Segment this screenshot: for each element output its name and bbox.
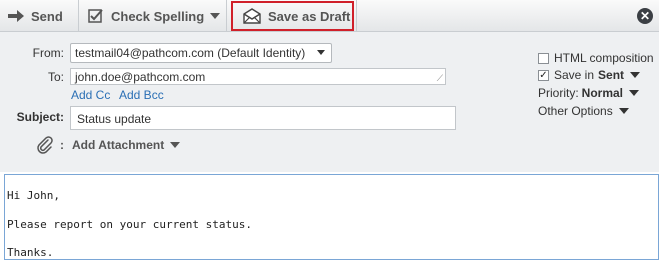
toolbar-divider	[226, 0, 227, 32]
subject-field[interactable]: Status update	[70, 106, 456, 130]
check-spelling-label: Check Spelling	[111, 8, 205, 24]
html-composition-option[interactable]: HTML composition	[538, 51, 654, 65]
subject-value: Status update	[77, 112, 152, 126]
from-select[interactable]: testmail04@pathcom.com (Default Identity…	[70, 43, 332, 63]
toolbar-divider	[356, 0, 357, 32]
send-label: Send	[31, 8, 63, 24]
add-cc-link[interactable]: Add Cc	[71, 88, 110, 102]
message-line: Please report on your current status.	[7, 218, 253, 231]
chevron-down-icon	[618, 108, 629, 114]
toolbar-divider	[78, 0, 79, 32]
add-attachment-button[interactable]: : Add Attachment	[36, 136, 181, 154]
to-value: john.doe@pathcom.com	[75, 70, 206, 84]
message-header: From: testmail04@pathcom.com (Default Id…	[0, 32, 659, 172]
chevron-down-icon	[170, 142, 181, 148]
spellcheck-icon	[88, 9, 103, 23]
other-options-label: Other Options	[538, 104, 613, 118]
to-label: To:	[47, 70, 64, 84]
add-attachment-label: Add Attachment	[72, 138, 165, 152]
chevron-down-icon[interactable]	[630, 72, 641, 78]
subject-label: Subject:	[16, 110, 64, 124]
priority-value[interactable]: Normal	[582, 86, 623, 100]
chevron-down-icon[interactable]	[629, 90, 640, 96]
priority-label: Priority:	[538, 86, 579, 100]
save-as-draft-button[interactable]: Save as Draft	[231, 1, 354, 31]
send-button[interactable]: Send	[8, 0, 63, 32]
close-icon[interactable]: ✕	[637, 8, 653, 24]
from-value: testmail04@pathcom.com (Default Identity…	[75, 46, 306, 60]
chevron-down-icon	[210, 13, 221, 19]
add-bcc-link[interactable]: Add Bcc	[119, 88, 164, 102]
arrow-right-icon	[8, 10, 24, 22]
priority-option[interactable]: Priority: Normal	[538, 86, 640, 100]
save-in-checkbox[interactable]: ✓	[538, 69, 549, 81]
check-spelling-button[interactable]: Check Spelling	[88, 0, 221, 32]
save-in-option[interactable]: ✓ Save in Sent	[538, 68, 641, 82]
message-line: Thanks.	[7, 246, 54, 259]
compose-toolbar: Send Check Spelling Save as Draft ✕	[0, 0, 659, 32]
message-body-editor[interactable]: Hi John, Please report on your current s…	[4, 174, 659, 260]
save-in-folder[interactable]: Sent	[598, 68, 624, 82]
save-in-label: Save in	[554, 68, 595, 82]
attachment-separator: :	[60, 138, 64, 152]
chevron-down-icon	[317, 50, 325, 55]
other-options-menu[interactable]: Other Options	[538, 104, 629, 118]
html-composition-checkbox[interactable]	[538, 52, 549, 64]
from-label: From:	[32, 46, 64, 60]
envelope-draft-icon	[243, 8, 261, 24]
resize-grip-icon[interactable]: ⟋	[437, 74, 443, 83]
message-line: Hi John,	[7, 189, 60, 202]
html-composition-label: HTML composition	[554, 51, 654, 65]
paperclip-icon	[37, 136, 53, 154]
to-field[interactable]: john.doe@pathcom.com ⟋	[70, 68, 446, 85]
save-as-draft-label: Save as Draft	[268, 8, 351, 24]
